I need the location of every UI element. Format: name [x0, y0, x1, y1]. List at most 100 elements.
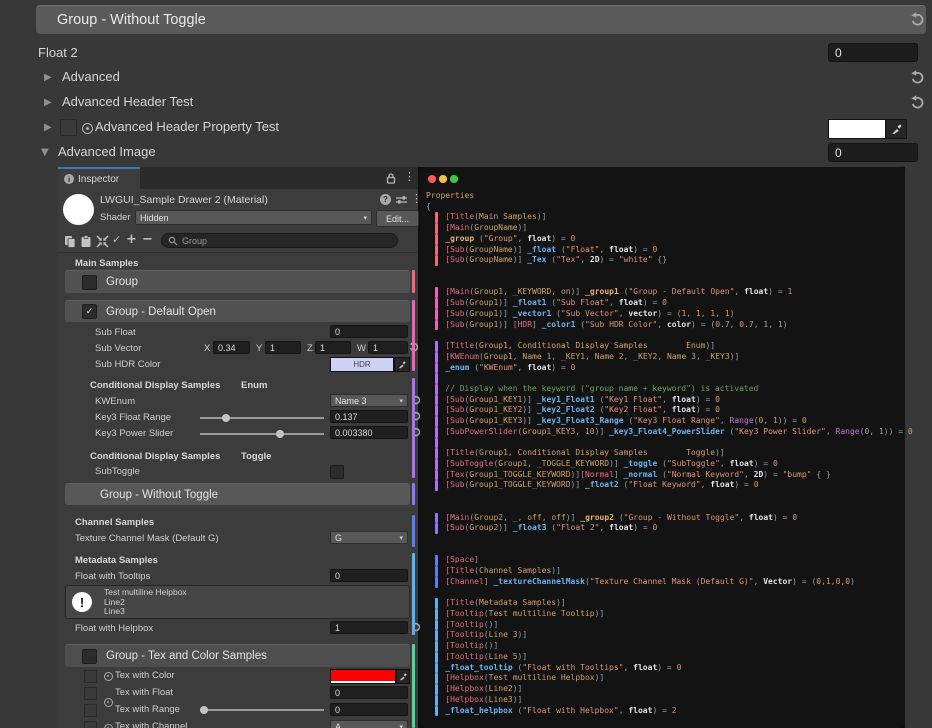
chevron-down-icon: ▾: [363, 214, 367, 222]
advanced-header-property-test-label[interactable]: Advanced Header Property Test: [95, 119, 279, 134]
key3-float-range-slider[interactable]: [200, 417, 324, 419]
search-input[interactable]: Group: [161, 233, 398, 248]
advanced-foldout-arrow[interactable]: ▶: [44, 72, 52, 83]
float-with-helpbox-field[interactable]: 1: [330, 621, 408, 634]
advanced-header-test-foldout-arrow[interactable]: ▶: [44, 97, 52, 108]
group-header[interactable]: Group: [65, 270, 410, 293]
collapse-all-icon[interactable]: [96, 235, 109, 248]
group-checkbox[interactable]: [82, 275, 97, 290]
group-tex-color-checkbox[interactable]: [82, 649, 97, 664]
key3-power-slider-field[interactable]: 0.003380: [330, 426, 408, 439]
float-with-helpbox-label: Float with Helpbox: [75, 623, 153, 634]
code-line: [Title(Main Samples)]: [426, 212, 899, 223]
tex-with-range-slider[interactable]: [200, 709, 324, 711]
sub-float-field[interactable]: 0: [330, 325, 408, 338]
slider-knob[interactable]: [200, 706, 208, 714]
color-swatch-white[interactable]: [828, 119, 886, 139]
group-strip-blue: [412, 515, 415, 547]
subtoggle-checkbox[interactable]: [330, 465, 344, 479]
tex-with-float-field[interactable]: 0: [330, 686, 408, 699]
revert-icon: [909, 69, 926, 86]
paste-icon[interactable]: [80, 235, 92, 248]
embedded-screenshot: i Inspector ⋮ LWGUI_Sample Drawer 2 (Mat…: [58, 167, 905, 728]
texture-channel-mask-dropdown[interactable]: G ▾: [330, 531, 408, 544]
code-line: [426, 545, 899, 556]
texture-slot[interactable]: [84, 721, 97, 728]
advanced-image-label[interactable]: Advanced Image: [58, 144, 156, 159]
presets-icon[interactable]: [396, 195, 407, 205]
group-default-open-header[interactable]: ✓ Group - Default Open: [65, 300, 410, 322]
tex-with-float-label: Tex with Float: [115, 687, 173, 698]
key3-float-range-field[interactable]: 0.137: [330, 410, 408, 423]
group-strip-pink: [412, 300, 415, 371]
sub-float-label: Sub Float: [95, 327, 136, 338]
sub-vector-x-field[interactable]: 0.34: [213, 341, 250, 354]
traffic-light-zoom[interactable]: [450, 175, 458, 183]
eyedropper-button[interactable]: [885, 119, 907, 139]
code-line: [426, 588, 899, 599]
inspector-tab-bar: i Inspector ⋮: [58, 167, 418, 189]
material-toolbar: ✓ + − Group: [58, 230, 418, 253]
group-without-toggle-header[interactable]: Group - Without Toggle: [36, 5, 926, 34]
section-conditional-enum: Conditional Display Samples: [90, 380, 220, 391]
slider-knob[interactable]: [276, 430, 284, 438]
tab-inspector[interactable]: i Inspector: [58, 167, 140, 189]
code-line: [Main(GroupName)]: [426, 223, 899, 234]
kwenum-dropdown[interactable]: Name 3 ▾: [330, 394, 408, 407]
tex-with-channel-label: Tex with Channel: [115, 721, 187, 728]
color-swatch-red[interactable]: [330, 669, 396, 684]
check-icon[interactable]: ✓: [112, 233, 121, 246]
code-line: [Helpbox(Test multiline Helpbox)]: [426, 673, 899, 684]
code-line: [Main(Group2, _, off, off)] _group2 ("Gr…: [426, 513, 899, 524]
float2-field[interactable]: 0: [828, 43, 918, 62]
advanced-header-test-label[interactable]: Advanced Header Test: [62, 94, 193, 109]
texture-slot[interactable]: [84, 704, 97, 717]
eyedropper-button[interactable]: [396, 669, 410, 684]
tab-menu-dots-icon[interactable]: ⋮: [404, 170, 415, 183]
code-line: [426, 534, 899, 545]
search-value: Group: [182, 236, 207, 246]
code-line: [Main(Group1, _KEYWORD, on)] _group1 ("G…: [426, 287, 899, 298]
tex-with-channel-dropdown[interactable]: A ▾: [330, 720, 408, 728]
material-preview-sphere[interactable]: [63, 194, 94, 225]
minus-icon[interactable]: −: [142, 232, 153, 247]
copy-icon[interactable]: [64, 235, 76, 248]
section-main-samples: Main Samples: [75, 258, 138, 269]
float-with-tooltips-field[interactable]: 0: [330, 569, 408, 582]
tex-with-range-field[interactable]: 0: [330, 703, 408, 716]
sub-vector-w-field[interactable]: 1: [368, 341, 408, 354]
revert-button-advanced[interactable]: [909, 69, 926, 86]
advanced-header-property-checkbox[interactable]: [60, 119, 77, 136]
hdr-color-swatch[interactable]: HDR: [330, 357, 394, 372]
advanced-image-foldout-arrow[interactable]: ▼: [41, 147, 49, 158]
advanced-label[interactable]: Advanced: [62, 69, 120, 84]
advanced-header-property-foldout-arrow[interactable]: ▶: [44, 122, 52, 133]
sub-vector-z-field[interactable]: 1: [315, 341, 351, 354]
group-without-toggle-bar[interactable]: Group - Without Toggle: [65, 483, 410, 505]
lock-icon[interactable]: [386, 173, 396, 184]
texture-slot[interactable]: [84, 687, 97, 700]
revert-icon: [909, 94, 926, 111]
plus-icon[interactable]: +: [126, 232, 137, 247]
revert-button[interactable]: [909, 11, 926, 28]
sub-vector-y-field[interactable]: 1: [265, 341, 301, 354]
traffic-light-close[interactable]: [428, 175, 436, 183]
advanced-image-field[interactable]: 0: [828, 143, 918, 162]
eyedropper-button[interactable]: [394, 357, 410, 372]
texture-slot[interactable]: [84, 670, 97, 683]
unity-inspector-panel: i Inspector ⋮ LWGUI_Sample Drawer 2 (Mat…: [58, 167, 418, 728]
group-default-open-checkbox[interactable]: ✓: [82, 304, 97, 319]
help-icon[interactable]: ?: [380, 194, 391, 205]
key3-power-slider[interactable]: [200, 433, 324, 435]
group-tex-color-header[interactable]: Group - Tex and Color Samples: [65, 644, 410, 667]
traffic-light-minimize[interactable]: [439, 175, 447, 183]
slider-knob[interactable]: [222, 414, 230, 422]
shader-code[interactable]: Properties{ [Title(Main Samples)] [Main(…: [426, 191, 899, 716]
revert-button-advanced-header-test[interactable]: [909, 94, 926, 111]
edit-button[interactable]: Edit...: [376, 210, 419, 227]
code-line: [SubPowerSlider(Group1_KEY3, 10)] _key3_…: [426, 427, 899, 438]
alpha-bar: [331, 681, 395, 684]
group-strip-purple: [412, 378, 415, 478]
code-line: [Title(Group1, Conditional Display Sampl…: [426, 341, 899, 352]
shader-dropdown[interactable]: Hidden ▾: [135, 210, 372, 225]
